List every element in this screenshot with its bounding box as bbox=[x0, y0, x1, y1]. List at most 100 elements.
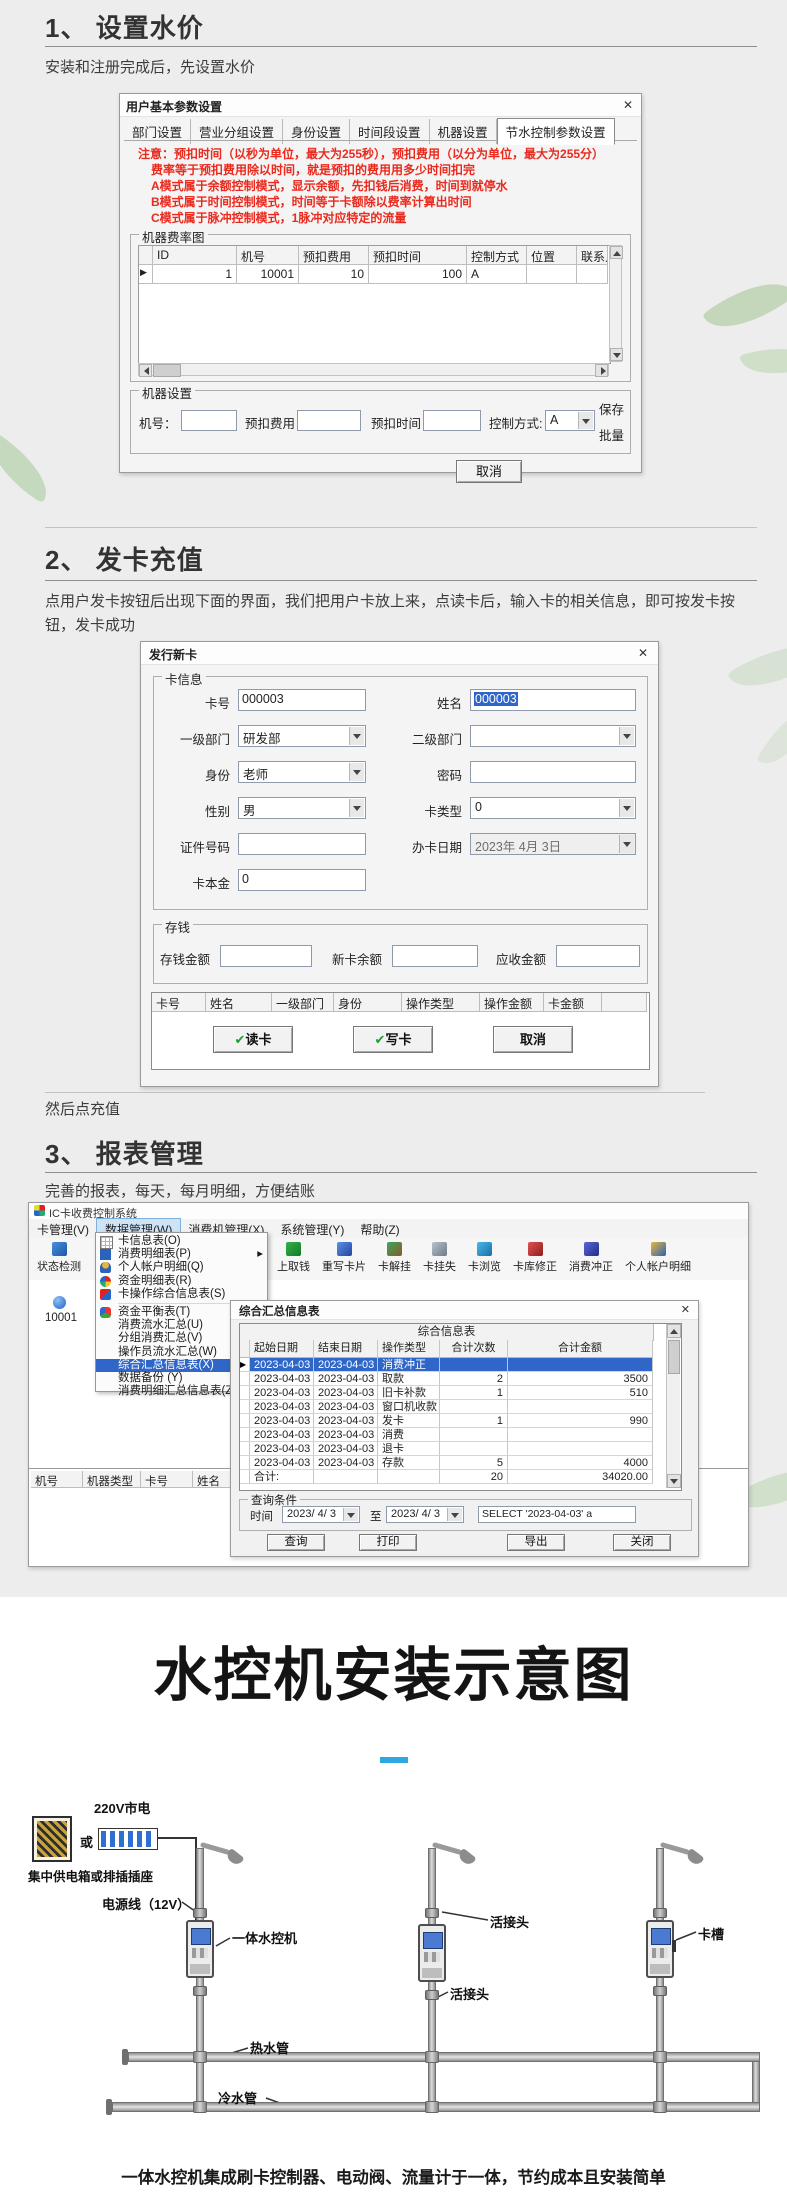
menu-item-consume-detail[interactable]: 消费明细表(P)▸ bbox=[96, 1248, 267, 1261]
report-titlebar[interactable]: 综合汇总信息表 ✕ bbox=[231, 1301, 698, 1320]
toolbar-status-check[interactable]: 状态检测 bbox=[37, 1242, 81, 1274]
scrollbar-thumb[interactable] bbox=[668, 1340, 680, 1374]
dept2-select[interactable] bbox=[470, 725, 636, 747]
vertical-scrollbar[interactable] bbox=[609, 245, 622, 362]
report-row[interactable]: 2023-04-03 2023-04-03 消费 bbox=[240, 1428, 653, 1442]
issue-date-label: 办卡日期 bbox=[394, 837, 462, 856]
toolbar-card-browse[interactable]: 卡浏览 bbox=[468, 1242, 501, 1274]
menu-item-card-info[interactable]: 卡信息表(O) bbox=[96, 1235, 267, 1248]
receivable-input[interactable] bbox=[556, 945, 640, 967]
tree-item-machine[interactable]: 10001 bbox=[41, 1312, 81, 1324]
scroll-down-icon[interactable] bbox=[613, 353, 621, 362]
toolbar-personal-detail[interactable]: 个人帐户明细 bbox=[625, 1242, 691, 1274]
name-input[interactable]: 000003 bbox=[470, 689, 636, 711]
cancel-button[interactable]: 取消 bbox=[456, 460, 522, 483]
date-to-picker[interactable]: 2023/ 4/ 3 bbox=[386, 1506, 464, 1523]
tab-department[interactable]: 部门设置 bbox=[124, 119, 191, 144]
horizontal-scrollbar[interactable] bbox=[138, 363, 609, 376]
table-row[interactable]: ▶ 1 10001 10 100 A bbox=[139, 265, 608, 284]
toolbar-unfreeze-card[interactable]: 卡解挂 bbox=[378, 1242, 411, 1274]
principal-input[interactable]: 0 bbox=[238, 869, 366, 891]
person-icon bbox=[100, 1262, 111, 1273]
toolbar-card-fix[interactable]: 卡库修正 bbox=[513, 1242, 557, 1274]
print-button[interactable]: 打印 bbox=[359, 1534, 417, 1551]
close-icon[interactable]: ✕ bbox=[681, 1303, 690, 1316]
chevron-down-icon[interactable] bbox=[623, 734, 631, 743]
pipe-union bbox=[425, 1908, 439, 1918]
report-row[interactable]: 2023-04-03 2023-04-03 退卡 bbox=[240, 1442, 653, 1456]
chevron-down-icon[interactable] bbox=[451, 1513, 459, 1522]
write-card-button[interactable]: ✔写卡 bbox=[353, 1026, 433, 1053]
dept1-select[interactable]: 研发部 bbox=[238, 725, 366, 747]
read-card-button[interactable]: ✔读卡 bbox=[213, 1026, 293, 1053]
toolbar-label: 上取钱 bbox=[277, 1258, 310, 1274]
date-from-picker[interactable]: 2023/ 4/ 3 bbox=[282, 1506, 360, 1523]
toolbar-rewrite-card[interactable]: 重写卡片 bbox=[322, 1242, 366, 1274]
toolbar-reverse-consume[interactable]: 消费冲正 bbox=[569, 1242, 613, 1274]
tab-machine[interactable]: 机器设置 bbox=[430, 119, 497, 144]
report-row[interactable]: 2023-04-03 2023-04-03 窗口机收款 bbox=[240, 1400, 653, 1414]
toolbar-report-loss[interactable]: 卡挂失 bbox=[423, 1242, 456, 1274]
sql-input[interactable]: SELECT '2023-04-03' a bbox=[478, 1506, 636, 1523]
menu-item-fund-detail[interactable]: 资金明细表(R) bbox=[96, 1275, 267, 1288]
report-row[interactable]: 2023-04-03 2023-04-03 发卡 1 990 bbox=[240, 1414, 653, 1428]
mode-select[interactable]: A bbox=[545, 410, 595, 431]
machine-no-input[interactable] bbox=[181, 410, 237, 431]
tab-business-group[interactable]: 营业分组设置 bbox=[191, 119, 283, 144]
toolbar-withdraw[interactable]: 上取钱 bbox=[277, 1242, 310, 1274]
scroll-up-icon[interactable] bbox=[613, 247, 621, 256]
scroll-down-icon[interactable] bbox=[670, 1479, 678, 1488]
time-input[interactable] bbox=[423, 410, 481, 431]
dept1-value: 研发部 bbox=[243, 728, 349, 747]
tab-water-control-params[interactable]: 节水控制参数设置 bbox=[497, 118, 615, 145]
scroll-right-icon[interactable] bbox=[601, 367, 610, 375]
chevron-down-icon[interactable] bbox=[353, 806, 361, 815]
dialog-titlebar[interactable]: 用户基本参数设置 ✕ bbox=[120, 94, 641, 117]
id-number-input[interactable] bbox=[238, 833, 366, 855]
gender-select[interactable]: 男 bbox=[238, 797, 366, 819]
scroll-left-icon[interactable] bbox=[140, 367, 149, 375]
vertical-scrollbar[interactable] bbox=[666, 1324, 680, 1488]
identity-select[interactable]: 老师 bbox=[238, 761, 366, 783]
chevron-down-icon[interactable] bbox=[623, 842, 631, 851]
notice-line1: 注意：预扣时间（以秒为单位，最大为255秒），预扣费用（以分为单位，最大为255… bbox=[138, 146, 604, 163]
window-titlebar[interactable]: IC卡收费控制系统 bbox=[29, 1203, 748, 1219]
close-icon[interactable]: ✕ bbox=[638, 646, 648, 660]
card-no-input[interactable]: 000003 bbox=[238, 689, 366, 711]
save-button[interactable]: 保存 bbox=[599, 399, 624, 418]
tab-identity[interactable]: 身份设置 bbox=[283, 119, 350, 144]
report-row[interactable]: 2023-04-03 2023-04-03 存款 5 4000 bbox=[240, 1456, 653, 1470]
cancel-button[interactable]: 取消 bbox=[493, 1026, 573, 1053]
report-row[interactable]: 2023-04-03 2023-04-03 取款 2 3500 bbox=[240, 1372, 653, 1386]
report-row[interactable]: ▶ 2023-04-03 2023-04-03 消费冲正 bbox=[240, 1358, 653, 1372]
section3-number: 3、 bbox=[45, 1139, 87, 1169]
password-input[interactable] bbox=[470, 761, 636, 783]
menu-item-card-op-info[interactable]: 卡操作综合信息表(S) bbox=[96, 1288, 267, 1301]
menu-system-mgmt[interactable]: 系统管理(Y) bbox=[272, 1219, 352, 1240]
menu-help[interactable]: 帮助(Z) bbox=[352, 1219, 407, 1240]
chevron-down-icon[interactable] bbox=[353, 770, 361, 779]
chevron-down-icon[interactable] bbox=[353, 734, 361, 743]
card-type-select[interactable]: 0 bbox=[470, 797, 636, 819]
batch-button[interactable]: 批量 bbox=[599, 425, 624, 444]
report-table[interactable]: 综合信息表 起始日期 结束日期 操作类型 合计次数 合计金额 ▶ 2023-04… bbox=[239, 1323, 682, 1491]
fee-input[interactable] bbox=[297, 410, 361, 431]
close-icon[interactable]: ✕ bbox=[623, 98, 633, 112]
export-button[interactable]: 导出 bbox=[507, 1534, 565, 1551]
new-balance-input[interactable] bbox=[392, 945, 478, 967]
scroll-up-icon[interactable] bbox=[670, 1325, 678, 1334]
chevron-down-icon[interactable] bbox=[582, 419, 590, 428]
machine-rate-table[interactable]: ID 机号 预扣费用 预扣时间 控制方式 位置 联系人 ▶ 1 10001 10… bbox=[138, 245, 611, 364]
issue-date-picker[interactable]: 2023年 4月 3日 bbox=[470, 833, 636, 855]
chevron-down-icon[interactable] bbox=[347, 1513, 355, 1522]
query-button[interactable]: 查询 bbox=[267, 1534, 325, 1551]
close-button[interactable]: 关闭 bbox=[613, 1534, 671, 1551]
chevron-down-icon[interactable] bbox=[623, 806, 631, 815]
dialog-titlebar[interactable]: 发行新卡 ✕ bbox=[141, 642, 658, 665]
report-row[interactable]: 2023-04-03 2023-04-03 旧卡补款 1 510 bbox=[240, 1386, 653, 1400]
scrollbar-thumb[interactable] bbox=[153, 364, 181, 377]
menu-card-mgmt[interactable]: 卡管理(V) bbox=[29, 1219, 97, 1240]
menu-item-personal-account[interactable]: 个人帐户明细(Q) bbox=[96, 1261, 267, 1274]
deposit-amount-input[interactable] bbox=[220, 945, 312, 967]
tab-time-period[interactable]: 时间段设置 bbox=[350, 119, 430, 144]
